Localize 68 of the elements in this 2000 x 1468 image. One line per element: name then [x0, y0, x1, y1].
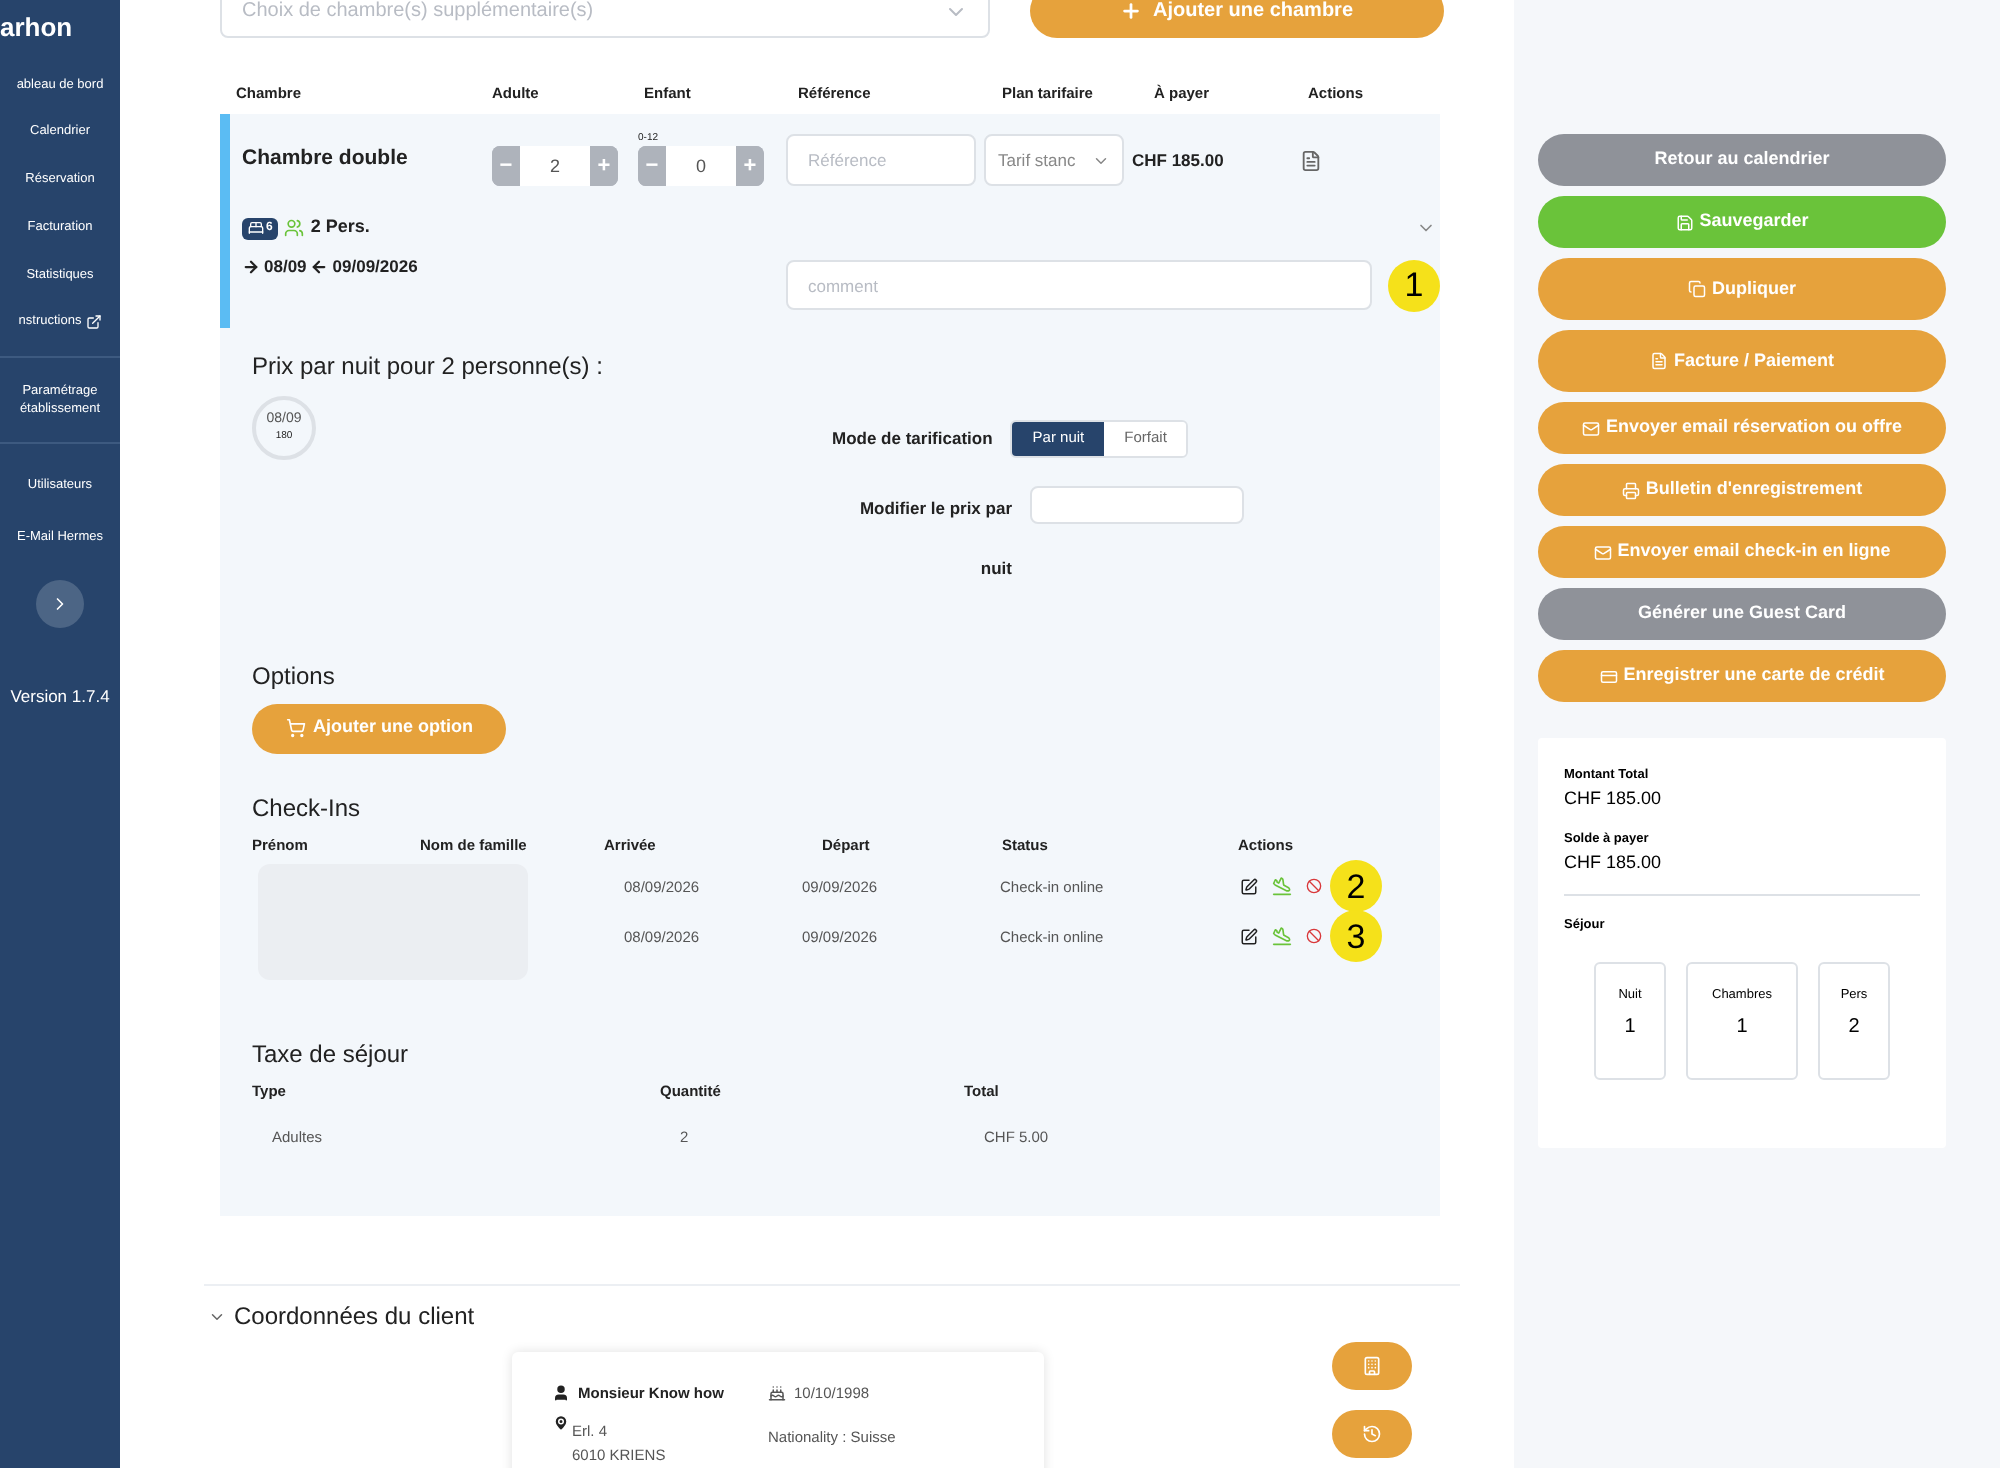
room-select[interactable]: Choix de chambre(s) supplémentaire(s): [220, 0, 990, 38]
envelope-icon: [1593, 543, 1612, 561]
printer-icon: [1621, 481, 1640, 499]
departure-arrow-icon: [310, 257, 329, 276]
cancel-icon[interactable]: [1306, 928, 1322, 945]
credit-card-icon: [1599, 667, 1618, 685]
callout-number: 3: [1330, 910, 1382, 963]
logo: arhon: [0, 10, 73, 46]
stat-value: 2: [1848, 1014, 1860, 1042]
room-amount: CHF 185.00: [1130, 148, 1226, 174]
action-button[interactable]: Retour au calendrier: [1538, 134, 1946, 186]
history-icon: [1362, 1424, 1382, 1445]
plane-landing-icon[interactable]: [1272, 876, 1292, 897]
summary-value: CHF 185.00: [1564, 850, 1664, 876]
document-icon: [1649, 352, 1668, 370]
action-button[interactable]: Bulletin d'enregistrement: [1538, 464, 1946, 516]
add-room-button[interactable]: Ajouter une chambre: [1030, 0, 1444, 38]
number-value: 0: [666, 146, 736, 187]
cart-icon: [285, 718, 305, 738]
action-button[interactable]: Enregistrer une carte de crédit: [1538, 650, 1946, 702]
save-icon: [1675, 213, 1694, 231]
action-button[interactable]: Dupliquer: [1538, 258, 1946, 320]
action-button[interactable]: Facture / Paiement: [1538, 330, 1946, 392]
action-button[interactable]: Sauvegarder: [1538, 196, 1946, 248]
summary-value: CHF 185.00: [1564, 785, 1664, 812]
rate-plan-select[interactable]: Tarif stanc: [984, 134, 1124, 187]
stat-value: 1: [1624, 1014, 1636, 1042]
section-title: Taxe de séjour: [252, 1037, 411, 1072]
room-name: Chambre double: [242, 144, 410, 175]
envelope-icon: [1581, 419, 1600, 437]
external-link-icon: [85, 314, 102, 331]
cancel-icon[interactable]: [1306, 878, 1322, 895]
version-label: Version 1.7.4: [10, 683, 110, 709]
comment-field[interactable]: comment: [786, 260, 1372, 310]
bed-icon: [248, 220, 264, 236]
action-button[interactable]: Envoyer email check-in en ligne: [1538, 526, 1946, 578]
action-button[interactable]: Générer une Guest Card: [1538, 588, 1946, 640]
edit-icon[interactable]: [1240, 877, 1258, 896]
plus-icon: [1120, 0, 1143, 22]
departure-date: 09/09/2026: [332, 253, 418, 279]
section-title: Prix par nuit pour 2 personne(s) :: [252, 349, 605, 383]
plane-landing-icon[interactable]: [1272, 926, 1292, 947]
copy-icon: [1688, 280, 1706, 298]
person-icon: [552, 1384, 570, 1403]
reference-field[interactable]: Référence: [786, 134, 976, 187]
people-icon: [284, 218, 305, 238]
expand-button[interactable]: [36, 579, 84, 627]
price-field[interactable]: [1030, 485, 1244, 523]
action-button[interactable]: Envoyer email réservation ou offre: [1538, 402, 1946, 454]
arrival-arrow-icon: [242, 257, 260, 276]
stat-value: 1: [1736, 1014, 1748, 1042]
section-title: Coordonnées du client: [234, 1300, 475, 1335]
section-title: Check-Ins: [252, 791, 363, 825]
location-pin-icon: [552, 1413, 570, 1431]
add-option-button[interactable]: Ajouter une option: [252, 703, 506, 753]
company-button[interactable]: [1332, 1342, 1412, 1391]
edit-icon[interactable]: [1240, 927, 1258, 946]
callout-number: 2: [1330, 860, 1382, 913]
callout-number: 1: [1388, 259, 1440, 311]
building-icon: [1362, 1356, 1382, 1377]
field-label: Mode de tarification: [832, 425, 993, 451]
document-icon[interactable]: [1300, 150, 1322, 173]
field-label: Modifier le prix par nuit: [857, 495, 1012, 581]
number-value: 2: [520, 146, 590, 187]
history-button[interactable]: [1332, 1410, 1412, 1459]
persons-count: 2 Pers.: [310, 214, 370, 241]
arrival-date: 08/09: [264, 253, 307, 279]
section-title: Options: [252, 659, 337, 693]
